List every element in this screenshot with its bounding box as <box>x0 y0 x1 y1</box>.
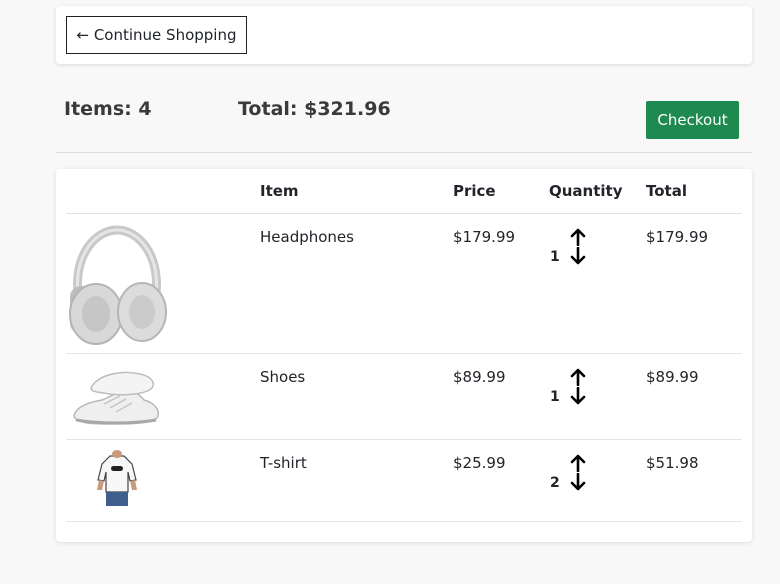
table-row: T-shirt $25.99 2 $51.98 <box>66 440 742 522</box>
quantity-stepper: 1 <box>550 228 610 268</box>
item-price: $179.99 <box>453 228 516 246</box>
item-price: $25.99 <box>453 454 506 472</box>
quantity-value: 2 <box>550 475 560 491</box>
item-total: $179.99 <box>646 228 709 246</box>
table-row: Headphones $179.99 1 $179.99 <box>66 214 742 354</box>
items-count: Items: 4 <box>64 98 152 120</box>
item-total: $51.98 <box>646 454 699 472</box>
quantity-stepper: 1 <box>550 368 610 408</box>
header-total: Total <box>646 182 687 200</box>
arrow-down-icon[interactable] <box>570 473 586 491</box>
item-name: Shoes <box>260 368 306 386</box>
arrow-up-icon[interactable] <box>570 228 586 246</box>
quantity-value: 1 <box>550 249 560 265</box>
nav-card: ← Continue Shopping <box>56 6 752 64</box>
cart-card: Item Price Quantity Total Headphones $17… <box>56 169 752 542</box>
shoes-icon <box>73 371 160 425</box>
header-quantity: Quantity <box>549 182 623 200</box>
item-name: Headphones <box>260 228 354 246</box>
cart-summary: Items: 4 Total: $321.96 Checkout <box>56 90 752 153</box>
headphones-icon <box>69 225 167 345</box>
cart-page: ← Continue Shopping Items: 4 Total: $321… <box>0 0 780 584</box>
quantity-value: 1 <box>550 389 560 405</box>
arrow-up-icon[interactable] <box>570 368 586 386</box>
item-total: $89.99 <box>646 368 699 386</box>
arrow-down-icon[interactable] <box>570 247 586 265</box>
cart-total: Total: $321.96 <box>238 98 391 120</box>
header-price: Price <box>453 182 496 200</box>
tshirt-icon <box>97 450 137 506</box>
cart-table: Item Price Quantity Total Headphones $17… <box>66 169 742 522</box>
header-item: Item <box>260 182 299 200</box>
table-header: Item Price Quantity Total <box>66 169 742 214</box>
arrow-up-icon[interactable] <box>570 454 586 472</box>
quantity-stepper: 2 <box>550 454 610 494</box>
checkout-button[interactable]: Checkout <box>646 101 739 139</box>
table-row: Shoes $89.99 1 $89.99 <box>66 354 742 440</box>
item-name: T-shirt <box>260 454 307 472</box>
arrow-down-icon[interactable] <box>570 387 586 405</box>
item-price: $89.99 <box>453 368 506 386</box>
continue-shopping-button[interactable]: ← Continue Shopping <box>66 16 247 54</box>
